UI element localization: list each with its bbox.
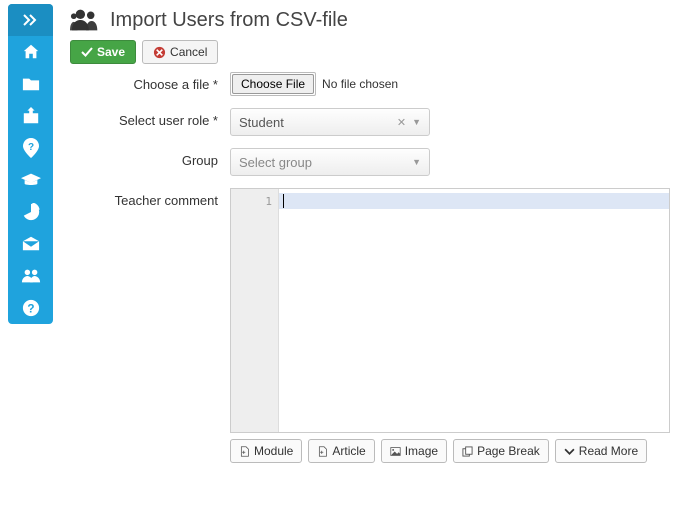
choose-file-button[interactable]: Choose File	[232, 74, 314, 94]
sidebar-item-users[interactable]	[8, 260, 53, 292]
box-up-icon	[22, 107, 40, 125]
page-break-button-label: Page Break	[477, 444, 540, 458]
cancel-button[interactable]: Cancel	[142, 40, 218, 64]
text-cursor	[283, 194, 284, 208]
user-role-select[interactable]: Student ✕ ▼	[230, 108, 430, 136]
article-button-label: Article	[332, 444, 365, 458]
group-select[interactable]: Select group ▼	[230, 148, 430, 176]
page-title-row: Import Users from CSV-file	[70, 8, 687, 32]
users-icon	[21, 268, 41, 284]
file-input-wrap: Choose File	[230, 72, 316, 96]
file-plus-icon	[317, 446, 328, 457]
image-icon	[390, 446, 401, 457]
page-break-button[interactable]: Page Break	[453, 439, 549, 463]
sidebar-item-home[interactable]	[8, 36, 53, 68]
chevron-down-icon: ▼	[412, 157, 421, 167]
row-choose-file: Choose a file * Choose File No file chos…	[70, 72, 687, 96]
label-user-role: Select user role *	[70, 108, 230, 128]
row-user-role: Select user role * Student ✕ ▼	[70, 108, 687, 136]
envelope-open-icon	[22, 236, 40, 252]
row-teacher-comment: Teacher comment 1 Module Article	[70, 188, 687, 463]
editor-toolbar: Module Article Image Page Break Read Mor…	[230, 439, 687, 463]
sidebar-item-question[interactable]: ?	[8, 292, 53, 324]
pie-chart-icon	[22, 203, 40, 221]
chevron-down-icon	[564, 446, 575, 457]
editor-textarea[interactable]	[279, 189, 669, 432]
svg-text:?: ?	[27, 303, 34, 316]
sidebar-item-reports[interactable]	[8, 196, 53, 228]
cancel-button-label: Cancel	[170, 45, 207, 59]
page-title: Import Users from CSV-file	[110, 9, 348, 32]
sidebar-item-box[interactable]	[8, 100, 53, 132]
file-plus-icon	[239, 446, 250, 457]
sidebar-item-inbox[interactable]	[8, 228, 53, 260]
read-more-button-label: Read More	[579, 444, 638, 458]
read-more-button[interactable]: Read More	[555, 439, 647, 463]
image-button-label: Image	[405, 444, 438, 458]
chevron-right-double-icon	[23, 14, 39, 26]
sidebar-expand-button[interactable]	[8, 4, 53, 36]
sidebar-item-graduation[interactable]	[8, 164, 53, 196]
label-teacher-comment: Teacher comment	[70, 188, 230, 208]
module-button-label: Module	[254, 444, 293, 458]
article-button[interactable]: Article	[308, 439, 374, 463]
pin-question-icon: ?	[22, 138, 40, 158]
image-button[interactable]: Image	[381, 439, 447, 463]
graduation-cap-icon	[21, 173, 41, 187]
main-content: Import Users from CSV-file Save Cancel C…	[70, 8, 687, 463]
sidebar-item-help[interactable]: ?	[8, 132, 53, 164]
clear-icon[interactable]: ✕	[397, 116, 406, 129]
code-editor[interactable]: 1	[230, 188, 670, 433]
label-group: Group	[70, 148, 230, 168]
module-button[interactable]: Module	[230, 439, 302, 463]
question-circle-icon: ?	[22, 299, 40, 317]
save-button[interactable]: Save	[70, 40, 136, 64]
svg-text:?: ?	[27, 142, 33, 153]
users-icon	[70, 8, 102, 32]
action-buttons: Save Cancel	[70, 40, 687, 64]
active-line-highlight	[279, 193, 669, 209]
user-role-value: Student	[239, 115, 397, 130]
check-icon	[81, 46, 93, 58]
sidebar-item-files[interactable]	[8, 68, 53, 100]
home-icon	[22, 43, 40, 61]
cancel-icon	[153, 46, 166, 59]
folder-icon	[22, 76, 40, 92]
editor-gutter: 1	[231, 189, 279, 432]
file-status: No file chosen	[322, 77, 398, 91]
copy-icon	[462, 446, 473, 457]
save-button-label: Save	[97, 45, 125, 59]
line-number: 1	[231, 195, 272, 208]
label-choose-file: Choose a file *	[70, 72, 230, 92]
sidebar: ? ?	[8, 4, 53, 324]
group-placeholder: Select group	[239, 155, 412, 170]
row-group: Group Select group ▼	[70, 148, 687, 176]
chevron-down-icon: ▼	[412, 117, 421, 127]
